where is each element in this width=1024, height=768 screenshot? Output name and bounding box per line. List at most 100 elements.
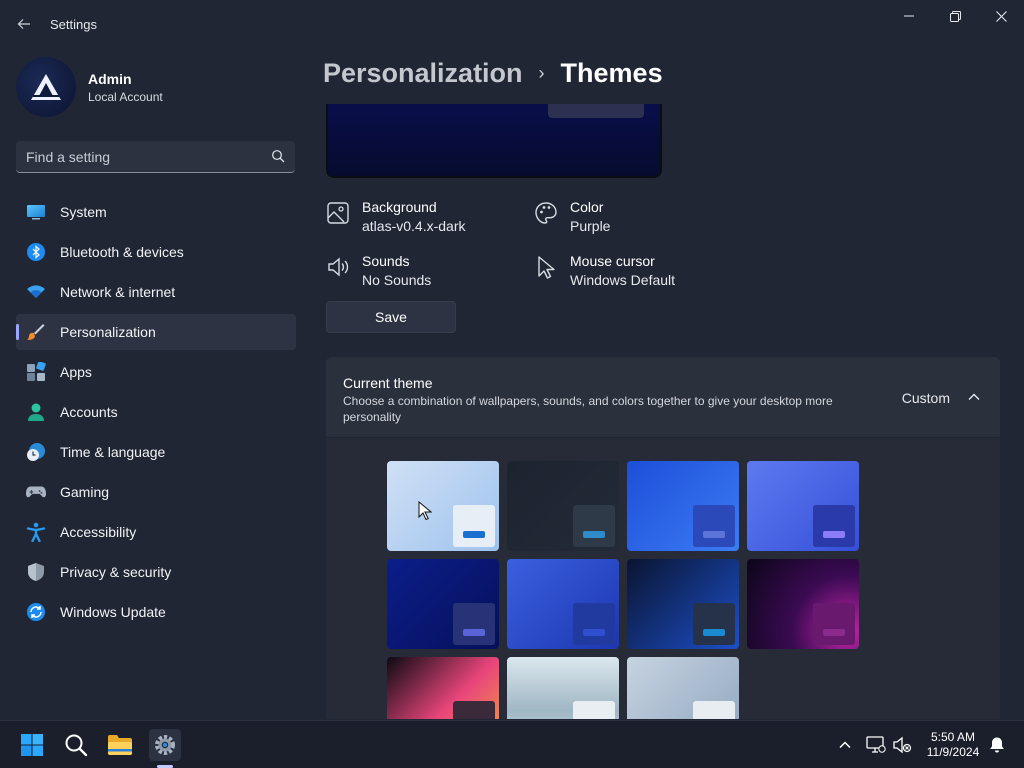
cursor-icon — [538, 256, 555, 279]
mouse-pointer-icon — [418, 501, 432, 521]
restore-button[interactable] — [932, 0, 978, 32]
theme-tile[interactable] — [747, 559, 859, 649]
taskbar-search-button[interactable] — [60, 729, 92, 761]
theme-tile[interactable] — [387, 559, 499, 649]
atlas-logo-icon — [31, 74, 61, 100]
start-icon — [21, 734, 43, 756]
current-theme-description: Choose a combination of wallpapers, soun… — [343, 394, 833, 424]
theme-tile[interactable] — [387, 461, 499, 551]
save-button[interactable]: Save — [326, 301, 456, 333]
search-box[interactable] — [16, 141, 295, 173]
shield-icon — [26, 562, 46, 582]
bluetooth-icon — [26, 242, 46, 262]
sidebar-item-accessibility[interactable]: Accessibility — [16, 514, 296, 550]
back-button[interactable] — [10, 10, 38, 38]
theme-tile[interactable] — [507, 461, 619, 551]
theme-tile-accent-bar — [823, 531, 845, 538]
theme-tile[interactable] — [507, 559, 619, 649]
sidebar-item-label: Network & internet — [60, 284, 176, 300]
clock-time: 5:50 AM — [930, 730, 976, 744]
sounds-value: No Sounds — [362, 272, 432, 288]
speaker-icon — [328, 257, 349, 277]
sounds-property[interactable]: Sounds No Sounds — [326, 253, 431, 288]
breadcrumb-parent[interactable]: Personalization — [323, 58, 523, 89]
settings-icon — [155, 735, 175, 755]
file-explorer-icon — [108, 735, 132, 755]
network-icon — [866, 736, 886, 753]
color-label: Color — [570, 199, 604, 215]
cursor-value: Windows Default — [570, 272, 676, 288]
chevron-up-icon — [839, 741, 851, 749]
theme-tile[interactable] — [387, 657, 499, 719]
close-button[interactable] — [978, 0, 1024, 32]
show-hidden-icons-button[interactable] — [833, 729, 857, 761]
theme-tile-accent-bar — [703, 629, 725, 636]
sidebar-item-personalization[interactable]: Personalization — [16, 314, 296, 350]
image-icon — [327, 202, 349, 224]
theme-tile-accent-bar — [703, 531, 725, 538]
theme-tile[interactable] — [627, 461, 739, 551]
sidebar-item-label: Gaming — [60, 484, 110, 500]
theme-tile-window-preview — [453, 701, 495, 719]
current-theme-title: Current theme — [343, 375, 433, 391]
back-arrow-icon — [17, 19, 30, 29]
color-property[interactable]: Color Purple — [534, 199, 610, 234]
sidebar-item-windows-update[interactable]: Windows Update — [16, 594, 296, 630]
sidebar-item-label: System — [60, 204, 107, 220]
sidebar-item-system[interactable]: System — [16, 194, 296, 230]
sounds-label: Sounds — [362, 253, 410, 269]
theme-tile[interactable] — [627, 657, 739, 719]
sidebar-item-label: Time & language — [60, 444, 166, 460]
search-input[interactable] — [26, 141, 256, 172]
theme-tile-accent-bar — [823, 629, 845, 636]
minimize-button[interactable] — [886, 0, 932, 32]
volume-tray-button[interactable] — [890, 729, 914, 761]
background-property[interactable]: Background atlas-v0.4.x-dark — [326, 199, 465, 234]
theme-tile-window-preview — [693, 603, 735, 645]
sidebar-item-label: Personalization — [60, 324, 156, 340]
cursor-label: Mouse cursor — [570, 253, 655, 269]
theme-tile-accent-bar — [583, 629, 605, 636]
file-explorer-button[interactable] — [104, 729, 136, 761]
background-label: Background — [362, 199, 437, 215]
theme-tile-window-preview — [813, 505, 855, 547]
chevron-up-icon[interactable] — [966, 389, 982, 405]
palette-icon — [535, 202, 557, 224]
settings-taskbar-button[interactable] — [149, 729, 181, 761]
sidebar-nav: System Bluetooth & devices Network & int… — [16, 194, 296, 634]
theme-tile-window-preview — [693, 505, 735, 547]
avatar — [16, 57, 76, 117]
brush-icon — [26, 322, 46, 342]
apps-icon — [26, 362, 46, 382]
breadcrumb: Personalization › Themes — [323, 58, 663, 89]
accounts-icon — [26, 402, 46, 422]
current-theme-header[interactable]: Current theme Choose a combination of wa… — [326, 357, 1000, 437]
theme-tile[interactable] — [627, 559, 739, 649]
sidebar-item-privacy[interactable]: Privacy & security — [16, 554, 296, 590]
system-clock[interactable]: 5:50 AM 11/9/2024 — [920, 730, 986, 760]
sidebar-item-bluetooth[interactable]: Bluetooth & devices — [16, 234, 296, 270]
sidebar-item-label: Windows Update — [60, 604, 166, 620]
sidebar-item-accounts[interactable]: Accounts — [16, 394, 296, 430]
theme-tile-window-preview — [813, 603, 855, 645]
network-tray-button[interactable] — [864, 729, 888, 761]
theme-tile-accent-bar — [583, 531, 605, 538]
gamepad-icon — [26, 482, 46, 502]
sidebar-item-apps[interactable]: Apps — [16, 354, 296, 390]
theme-tile-window-preview — [573, 603, 615, 645]
theme-tile[interactable] — [507, 657, 619, 719]
sidebar-item-network[interactable]: Network & internet — [16, 274, 296, 310]
search-icon[interactable] — [271, 149, 285, 163]
cursor-property[interactable]: Mouse cursor Windows Default — [534, 253, 675, 288]
theme-tile-window-preview — [453, 603, 495, 645]
theme-tile[interactable] — [747, 461, 859, 551]
sidebar-item-time-language[interactable]: Time & language — [16, 434, 296, 470]
start-button[interactable] — [16, 729, 48, 761]
sidebar-item-gaming[interactable]: Gaming — [16, 474, 296, 510]
profile-account-type: Local Account — [88, 89, 163, 104]
sidebar-item-label: Privacy & security — [60, 564, 172, 580]
user-profile[interactable]: Admin Local Account — [16, 56, 163, 118]
notifications-button[interactable] — [985, 729, 1009, 761]
taskbar: 5:50 AM 11/9/2024 — [0, 720, 1024, 768]
sidebar-item-label: Accounts — [60, 404, 118, 420]
